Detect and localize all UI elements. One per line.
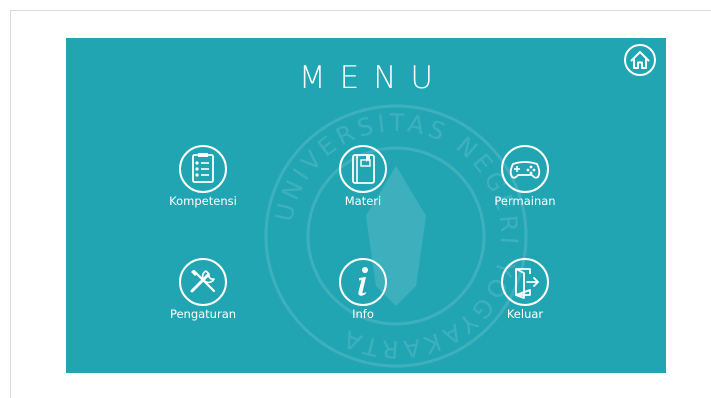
app-screen: UNIVERSITAS NEGERI YOGYAKARTA MENU Kompe… (66, 38, 666, 373)
frame-border-top (10, 10, 711, 11)
menu-item-materi[interactable]: Materi (308, 144, 418, 234)
menu-item-pengaturan[interactable]: Pengaturan (148, 257, 258, 347)
menu-item-label: Kompetensi (169, 194, 237, 208)
menu-item-keluar[interactable]: Keluar (470, 257, 580, 347)
home-icon[interactable] (623, 43, 657, 77)
info-icon (339, 258, 387, 306)
book-icon (339, 145, 387, 193)
menu-item-label: Keluar (506, 307, 544, 321)
menu-item-label: Permainan (494, 194, 556, 208)
menu-item-label: Pengaturan (169, 307, 237, 321)
gamepad-icon (501, 145, 549, 193)
menu-title: MENU (298, 60, 448, 96)
menu-item-permainan[interactable]: Permainan (470, 144, 580, 234)
menu-item-info[interactable]: Info (308, 257, 418, 347)
tools-icon (179, 258, 227, 306)
menu-item-label: Info (352, 307, 374, 321)
menu-item-label: Materi (344, 194, 382, 208)
exit-door-icon (501, 258, 549, 306)
frame-border-left (10, 10, 11, 398)
menu-item-kompetensi[interactable]: Kompetensi (148, 144, 258, 234)
checklist-icon (179, 145, 227, 193)
